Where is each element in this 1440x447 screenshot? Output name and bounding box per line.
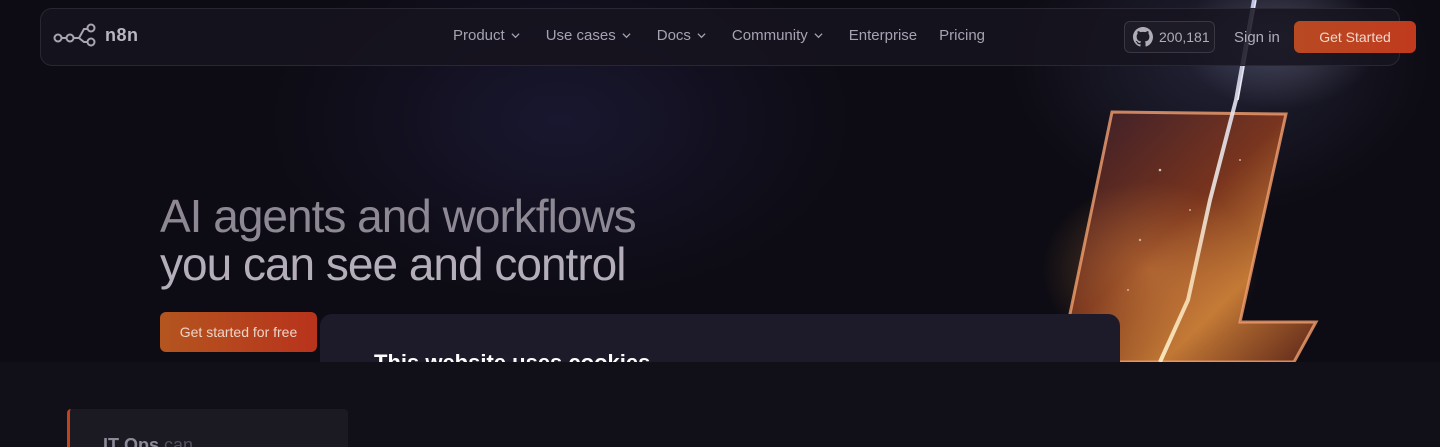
github-icon [1133, 27, 1153, 47]
github-stars-button[interactable]: 200,181 [1124, 21, 1215, 53]
nav-item-pricing[interactable]: Pricing [939, 27, 985, 44]
nav-item-product[interactable]: Product [453, 27, 520, 44]
sign-in-link[interactable]: Sign in [1234, 29, 1280, 46]
cookie-banner-title: This website uses cookies [374, 350, 650, 362]
nav-item-label: Product [453, 27, 505, 44]
use-case-card-subtitle: can [159, 435, 194, 447]
top-navigation: n8n Product Use cases Docs Community Ent… [40, 8, 1416, 66]
chevron-down-icon [814, 33, 823, 39]
nav-item-community[interactable]: Community [732, 27, 823, 44]
nav-item-use-cases[interactable]: Use cases [546, 27, 631, 44]
use-case-card[interactable]: IT Ops can [67, 409, 348, 447]
hero-headline: AI agents and workflows you can see and … [160, 192, 860, 288]
nav-item-docs[interactable]: Docs [657, 27, 706, 44]
nav-item-label: Pricing [939, 27, 986, 44]
logo[interactable]: n8n [53, 22, 139, 48]
n8n-logo-icon [53, 23, 96, 47]
chevron-down-icon [511, 33, 520, 39]
use-case-card-title: IT Ops [103, 435, 160, 447]
hero-headline-line2: you can see and control [160, 238, 626, 290]
use-case-card-text: IT Ops can [103, 435, 193, 447]
chevron-down-icon [697, 33, 706, 39]
nav-item-label: Community [731, 27, 808, 44]
nav-item-label: Docs [656, 27, 691, 44]
github-stars-count: 200,181 [1159, 29, 1210, 45]
get-started-free-button[interactable]: Get started for free [160, 312, 317, 352]
nav-item-label: Enterprise [848, 27, 918, 44]
main-menu: Product Use cases Docs Community Enterpr… [453, 27, 1007, 44]
nav-item-enterprise[interactable]: Enterprise [849, 27, 917, 44]
brand-name: n8n [105, 24, 139, 45]
nav-item-label: Use cases [545, 27, 616, 44]
hero-headline-line1: AI agents and workflows [160, 190, 637, 242]
cookie-banner: This website uses cookies [320, 314, 1120, 362]
get-started-button[interactable]: Get Started [1294, 21, 1416, 53]
chevron-down-icon [622, 33, 631, 39]
